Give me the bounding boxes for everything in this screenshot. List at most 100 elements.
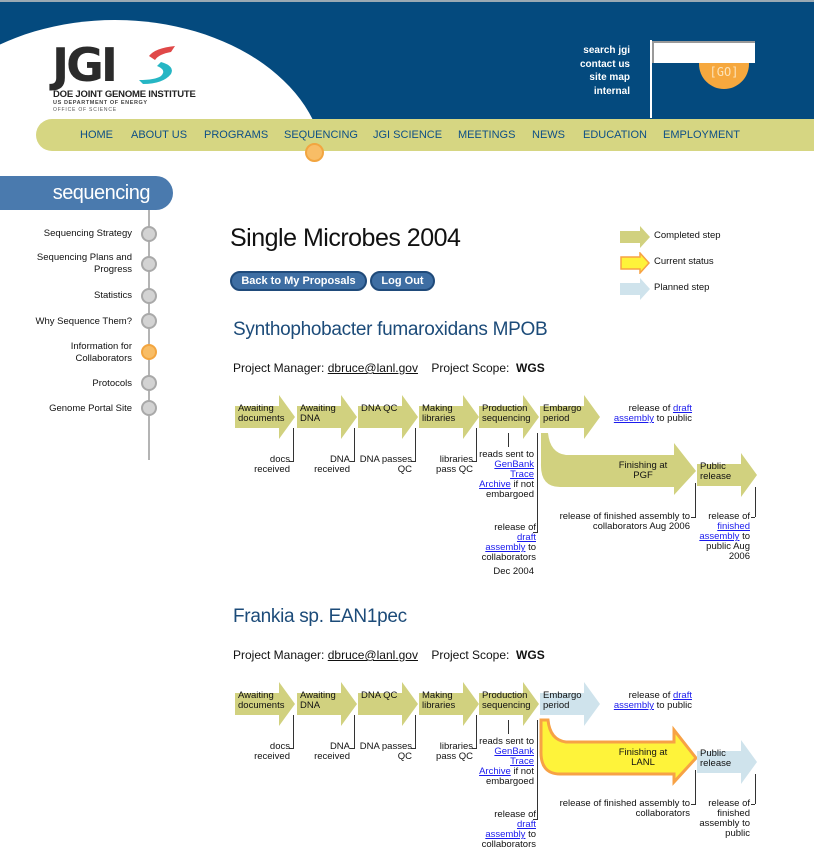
sidebar-dot-active <box>141 344 157 360</box>
pipeline-stage: Production sequencing <box>479 395 539 439</box>
internal-link[interactable]: internal <box>540 85 630 99</box>
search-input[interactable] <box>652 41 755 63</box>
header-topline <box>0 0 814 2</box>
milestone-note: docs received <box>240 742 290 762</box>
pipeline-stage: Production sequencing <box>479 682 539 726</box>
nav-news[interactable]: NEWS <box>532 129 583 141</box>
stage-label: Making libraries <box>422 690 456 711</box>
note-text: to public <box>653 413 692 424</box>
manager-label: Project Manager: <box>233 361 325 375</box>
milestone-connector <box>751 517 755 518</box>
nav-home[interactable]: HOME <box>80 129 131 141</box>
note-text: DNA passes QC <box>359 454 412 475</box>
stage-label: Finishing at LANL <box>618 747 668 768</box>
sidebar-item-statistics[interactable]: Statistics <box>2 290 132 302</box>
milestone-connector <box>354 715 355 749</box>
milestone-connector <box>350 461 354 462</box>
milestone-note: docs received <box>240 455 290 475</box>
assembly-link[interactable]: assembly <box>614 413 654 424</box>
back-to-proposals-button[interactable]: Back to My Proposals <box>230 271 367 291</box>
milestone-note: libraries pass QC <box>425 455 473 475</box>
note-text: release of finished assembly to collabor… <box>559 511 690 532</box>
stage-label: Awaiting DNA <box>300 690 336 711</box>
milestone-note: libraries pass QC <box>425 742 473 762</box>
stage-label: Embargo period <box>543 403 582 424</box>
sidebar-dot <box>141 375 157 391</box>
milestone-note: release of draft assembly to collaborato… <box>476 810 536 850</box>
logo-line-3: OFFICE OF SCIENCE <box>53 107 117 113</box>
logo-line-2: US DEPARTMENT OF ENERGY <box>53 100 148 106</box>
sidebar-item-why-sequence[interactable]: Why Sequence Them? <box>2 316 132 328</box>
milestone-note: Dec 2004 <box>476 567 534 577</box>
pipeline-stage-finishing: Finishing at LANL <box>538 718 698 786</box>
stage-label: Awaiting documents <box>238 403 285 424</box>
sidebar-item-plans-progress[interactable]: Sequencing Plans and Progress <box>22 252 132 276</box>
nav-about-us[interactable]: ABOUT US <box>131 129 204 141</box>
milestone-connector <box>508 720 509 734</box>
milestone-connector <box>751 804 755 805</box>
project-name: Synthophobacter fumaroxidans MPOB <box>233 319 548 340</box>
pipeline-stage: Awaiting documents <box>235 682 295 726</box>
milestone-connector <box>354 428 355 462</box>
legend-planned: Planned step <box>620 278 770 300</box>
log-out-button[interactable]: Log Out <box>370 271 435 291</box>
note-text: libraries pass QC <box>436 741 473 762</box>
nav-jgi-science[interactable]: JGI SCIENCE <box>373 129 458 141</box>
stage-label: Production sequencing <box>482 403 531 424</box>
sidebar-rail <box>148 210 150 460</box>
search-jgi-link[interactable]: search jgi <box>540 44 630 58</box>
nav-programs[interactable]: PROGRAMS <box>204 129 284 141</box>
sidebar-item-protocols[interactable]: Protocols <box>2 378 132 390</box>
milestone-connector <box>508 433 509 447</box>
milestone-note: release of finished assembly to collabor… <box>548 512 690 532</box>
nav-sequencing[interactable]: SEQUENCING <box>284 129 373 141</box>
note-text: docs received <box>254 454 290 475</box>
pipeline-stage: DNA QC <box>358 682 418 726</box>
legend-label: Completed step <box>654 230 721 241</box>
milestone-note: release of draft assembly to public <box>596 404 692 424</box>
manager-email-link[interactable]: dbruce@lanl.gov <box>328 361 418 375</box>
scope-label: Project Scope: <box>431 648 510 662</box>
scope-value: WGS <box>516 361 545 375</box>
page-title: Single Microbes 2004 <box>230 224 461 252</box>
sidebar-item-genome-portal[interactable]: Genome Portal Site <box>2 403 132 415</box>
note-text: release of finished assembly to public <box>699 798 750 839</box>
stage-label: Making libraries <box>422 403 456 424</box>
project-name: Frankia sp. EAN1pec <box>233 606 407 627</box>
stage-label: Awaiting DNA <box>300 403 336 424</box>
note-text: DNA received <box>314 741 350 762</box>
stage-label: Embargo period <box>543 690 582 711</box>
milestone-note: reads sent to GenBank Trace Archive if n… <box>478 450 534 500</box>
milestone-note: release of draft assembly to collaborato… <box>476 523 536 563</box>
pipeline-stage: Making libraries <box>419 682 479 726</box>
stage-label: Awaiting documents <box>238 690 285 711</box>
nav-meetings[interactable]: MEETINGS <box>458 129 532 141</box>
sidebar-item-info-collaborators[interactable]: Information for Collaborators <box>52 341 132 365</box>
nav-education[interactable]: EDUCATION <box>583 129 663 141</box>
stage-arrow-completed <box>358 682 418 726</box>
sidebar-dot <box>141 256 157 272</box>
legend-current: Current status <box>620 251 770 275</box>
section-title-tab: sequencing <box>0 176 173 210</box>
pipeline-stage: Awaiting DNA <box>297 682 357 726</box>
contact-us-link[interactable]: contact us <box>540 58 630 72</box>
milestone-connector <box>472 461 476 462</box>
completed-arrow-icon <box>620 226 650 248</box>
legend-label: Current status <box>654 256 714 267</box>
sidebar-dot <box>141 226 157 242</box>
manager-email-link[interactable]: dbruce@lanl.gov <box>328 648 418 662</box>
jgi-logo[interactable]: JGI DOE JOINT GENOME INSTITUTE US DEPART… <box>52 42 196 113</box>
milestone-note: DNA passes QC <box>356 742 412 762</box>
pipeline-stage: Awaiting documents <box>235 395 295 439</box>
stage-label: Public release <box>700 461 732 482</box>
milestone-connector <box>755 487 756 517</box>
logo-swoosh-icon <box>139 46 175 84</box>
note-text: docs received <box>254 741 290 762</box>
nav-employment[interactable]: EMPLOYMENT <box>663 129 740 141</box>
milestone-connector <box>411 748 415 749</box>
milestone-connector <box>289 748 293 749</box>
assembly-link[interactable]: assembly <box>614 700 654 711</box>
sidebar-item-sequencing-strategy[interactable]: Sequencing Strategy <box>2 228 132 240</box>
milestone-connector <box>293 715 294 749</box>
site-map-link[interactable]: site map <box>540 71 630 85</box>
